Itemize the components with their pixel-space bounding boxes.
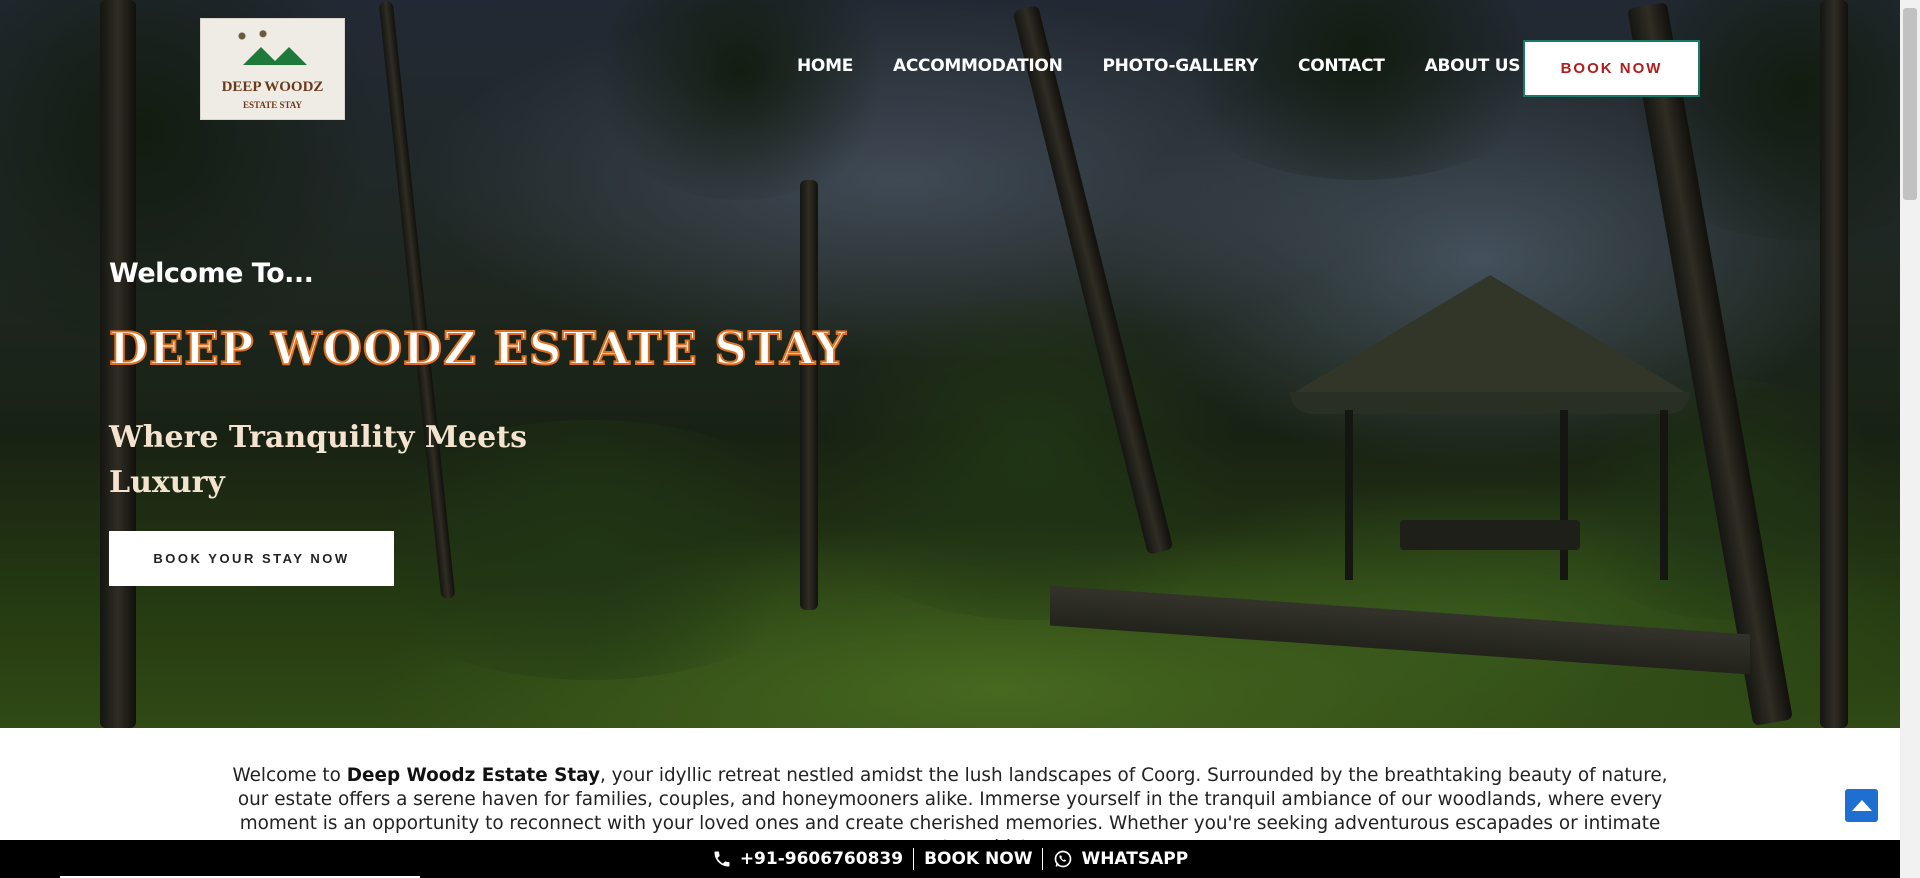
book-now-button[interactable]: BOOK NOW — [1523, 40, 1700, 97]
house-icon — [271, 47, 307, 65]
divider — [1042, 848, 1044, 870]
nav-home[interactable]: HOME — [797, 56, 853, 76]
call-link[interactable]: +91-9606760839 — [712, 849, 903, 869]
intro-brand: Deep Woodz Estate Stay — [346, 765, 600, 786]
bottom-book-now-link[interactable]: BOOK NOW — [924, 849, 1032, 869]
whatsapp-icon — [1053, 849, 1073, 869]
back-to-top-button[interactable] — [1845, 789, 1878, 822]
phone-icon — [712, 849, 732, 869]
divider — [913, 848, 915, 870]
nav-photo-gallery[interactable]: PHOTO-GALLERY — [1103, 56, 1259, 76]
scrollbar-thumb[interactable] — [1903, 8, 1917, 200]
nav-accommodation[interactable]: ACCOMMODATION — [893, 56, 1063, 76]
intro-prefix: Welcome to — [232, 765, 347, 786]
hero-subtitle: Where Tranquility Meets Luxury — [109, 420, 527, 500]
book-your-stay-button[interactable]: BOOK YOUR STAY NOW — [109, 531, 394, 586]
site-logo[interactable]: DEEP WOODZ ESTATE STAY — [200, 18, 345, 120]
hero-title: DEEP WOODZ ESTATE STAY — [108, 321, 847, 376]
phone-number: +91-9606760839 — [739, 849, 904, 869]
bottom-contact-bar: +91-9606760839 BOOK NOW WHATSAPP — [0, 840, 1900, 878]
logo-name: DEEP WOODZ — [221, 79, 324, 95]
page-scrollbar[interactable] — [1900, 0, 1920, 878]
whatsapp-label: WHATSAPP — [1081, 849, 1189, 869]
tree-icon — [221, 25, 291, 47]
nav-about-us[interactable]: ABOUT US — [1425, 56, 1521, 76]
logo-sub: ESTATE STAY — [243, 100, 302, 110]
bottom-book-now-label: BOOK NOW — [924, 849, 1033, 869]
nav-contact[interactable]: CONTACT — [1298, 56, 1385, 76]
hero-welcome: Welcome To... — [109, 258, 314, 289]
arrow-up-icon — [1851, 800, 1872, 811]
whatsapp-link[interactable]: WHATSAPP — [1053, 849, 1188, 869]
main-nav: HOME ACCOMMODATION PHOTO-GALLERY CONTACT… — [797, 56, 1520, 76]
